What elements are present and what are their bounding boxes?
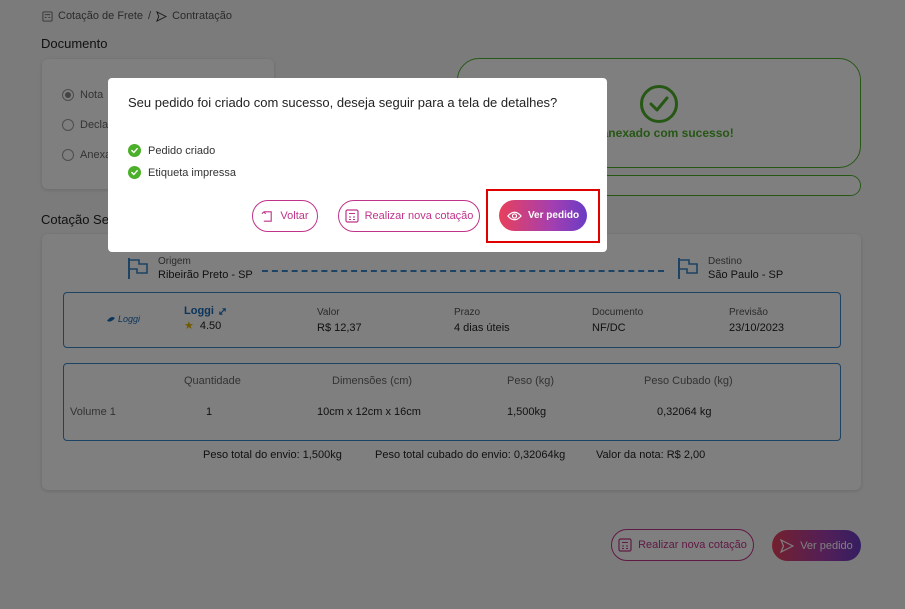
- calculator-icon: [344, 209, 359, 223]
- dialog-new-quote-label: Realizar nova cotação: [364, 210, 474, 222]
- back-label: Voltar: [280, 210, 309, 222]
- dialog-title: Seu pedido foi criado com sucesso, desej…: [128, 95, 558, 110]
- dialog-new-quote-button[interactable]: Realizar nova cotação: [338, 200, 480, 232]
- check-item-label-printed: Etiqueta impressa: [128, 166, 236, 179]
- highlight-annotation: [486, 189, 600, 243]
- back-button[interactable]: Voltar: [252, 200, 318, 232]
- check-circle-icon: [128, 144, 141, 157]
- return-icon: [261, 210, 273, 222]
- check-item-label: Etiqueta impressa: [148, 166, 237, 179]
- check-item-label: Pedido criado: [148, 144, 216, 157]
- check-item-order-created: Pedido criado: [128, 144, 215, 157]
- check-circle-icon: [128, 166, 141, 179]
